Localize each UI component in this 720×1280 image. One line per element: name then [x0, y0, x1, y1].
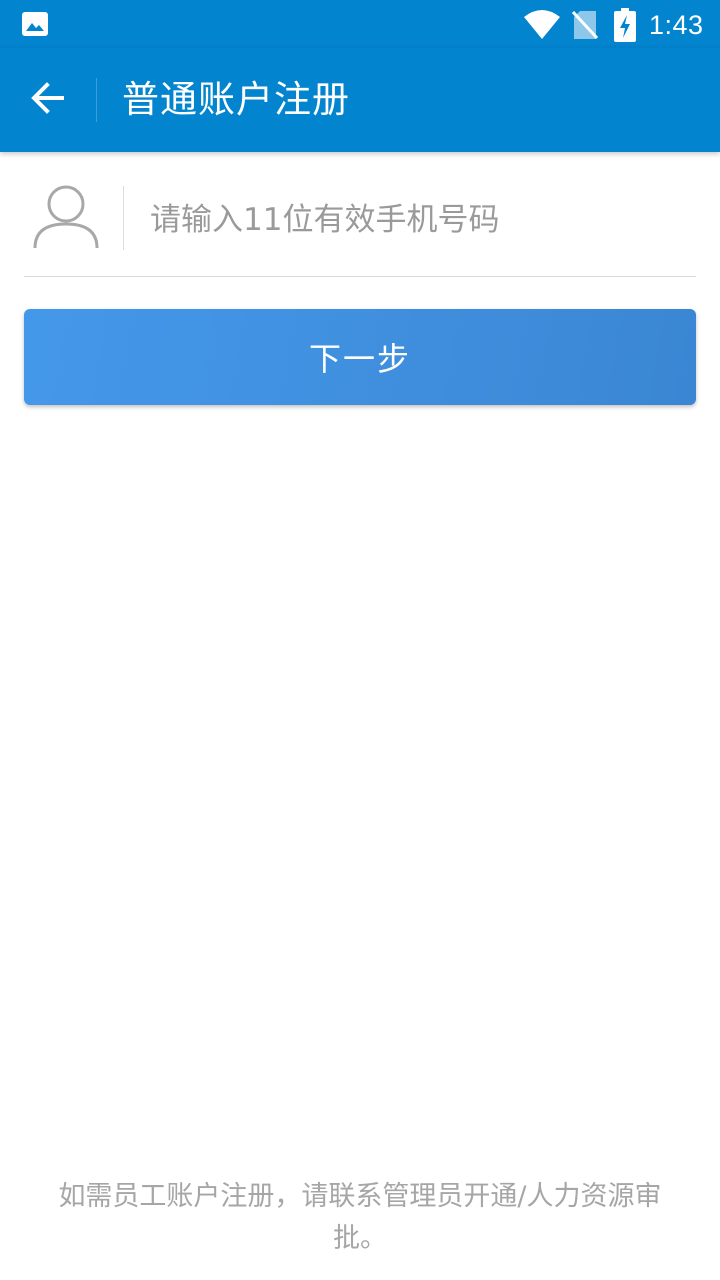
footer-note: 如需员工账户注册，请联系管理员开通/人力资源审批。	[58, 1181, 662, 1254]
battery-charging-icon	[614, 8, 636, 42]
gallery-icon	[22, 12, 48, 36]
screen: 1:43 普通账户注册 下一步 如需员工账户注册，请联系管理员开通/人力资源审批…	[0, 0, 720, 1280]
arrow-left-icon	[30, 80, 66, 120]
phone-number-input[interactable]	[136, 192, 690, 248]
app-bar-divider	[96, 78, 97, 122]
next-step-button[interactable]: 下一步	[24, 309, 696, 405]
back-button[interactable]	[16, 68, 80, 132]
status-bar: 1:43	[0, 0, 720, 48]
page-title: 普通账户注册	[122, 78, 350, 121]
phone-input-row	[24, 152, 696, 277]
wifi-icon	[524, 9, 560, 39]
person-icon	[32, 182, 100, 250]
status-time: 1:43	[649, 10, 704, 40]
input-divider	[123, 186, 124, 250]
app-bar: 普通账户注册	[0, 48, 720, 152]
no-sim-icon	[571, 10, 599, 40]
